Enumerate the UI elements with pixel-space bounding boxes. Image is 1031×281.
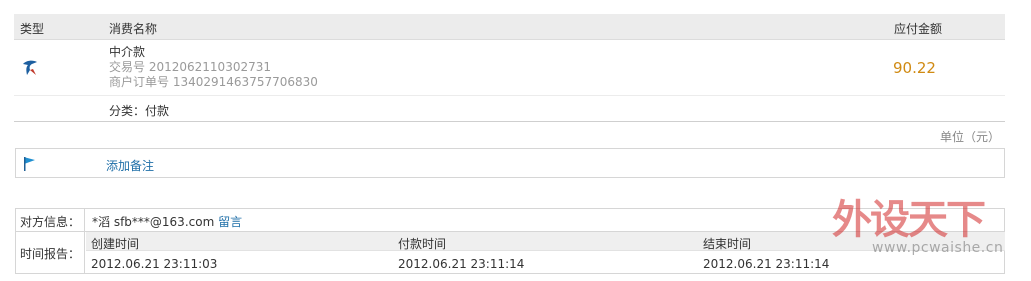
counterparty-label: 对方信息：	[20, 215, 81, 229]
add-note-link[interactable]: 添加备注	[106, 157, 154, 174]
category-row: 分类：付款	[14, 96, 1005, 122]
category-label: 分类：付款	[109, 104, 170, 118]
counterparty-value: *滔 sfb***@163.com 留言	[92, 215, 243, 229]
end-time-header: 结束时间	[703, 237, 752, 251]
end-time: 2012.06.21 23:11:14	[703, 257, 830, 271]
merchant-order-number: 商户订单号 1340291463757706830	[109, 75, 318, 89]
header-name: 消费名称	[109, 22, 158, 36]
watermark-logo: 外设天下	[832, 197, 986, 243]
created-time: 2012.06.21 23:11:03	[91, 257, 218, 271]
created-time-header: 创建时间	[91, 237, 140, 251]
note-box: 添加备注	[15, 148, 1005, 178]
bird-logo-icon	[21, 58, 41, 78]
header-type: 类型	[20, 22, 45, 36]
paid-time: 2012.06.21 23:11:14	[398, 257, 525, 271]
header-amount: 应付金额	[894, 22, 943, 36]
paid-time-header: 付款时间	[398, 237, 447, 251]
unit-label: 单位（元）	[939, 130, 1000, 144]
watermark-url: www.pcwaishe.cn	[872, 240, 1004, 256]
trade-number: 交易号 2012062110302731	[109, 60, 271, 74]
time-report-label: 时间报告：	[20, 247, 81, 261]
flag-icon	[23, 156, 37, 172]
item-title: 中介款	[109, 45, 146, 59]
order-item-row: 中介款 交易号 2012062110302731 商户订单号 134029146…	[14, 40, 1005, 96]
item-amount: 90.22	[893, 59, 936, 77]
message-link[interactable]: 留言	[218, 215, 242, 229]
order-table-header: 类型 消费名称 应付金额	[14, 14, 1005, 40]
